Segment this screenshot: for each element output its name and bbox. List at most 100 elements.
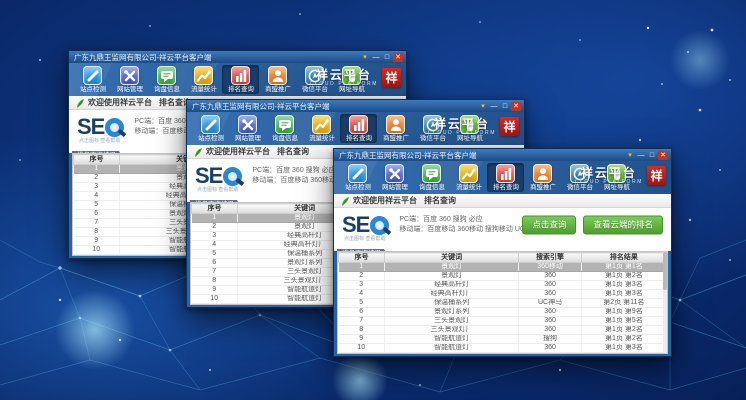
seo-hint-text: 点击图标 查看帮助 — [79, 137, 120, 144]
toolbar-item-site-check[interactable]: 站点检测 — [339, 163, 376, 192]
table-row[interactable]: 10智能航道灯360第1页 第3名 — [339, 344, 667, 353]
cell-keyword: 经典高杆灯厂 — [384, 290, 518, 299]
window-title: 广东九鼎王监网有限公司-祥云平台客户端 — [192, 101, 477, 112]
welcome-banner: 欢迎使用祥云平台 排名查询 — [334, 194, 671, 208]
toolbar-item-site-check[interactable]: 站点检测 — [74, 65, 111, 94]
table-row[interactable]: 1景观灯360移动第1页 第1名 — [339, 263, 667, 272]
welcome-text: 欢迎使用祥云平台 — [206, 146, 270, 157]
toolbar-item-site-manage[interactable]: 网站管理 — [229, 114, 266, 143]
minimize-icon[interactable]: — — [371, 53, 381, 62]
table-row[interactable]: 3经典高杆灯360第1页 第3名 — [339, 281, 667, 290]
cell-seq: 10 — [74, 246, 120, 255]
toolbar-item-inquiry[interactable]: 询盘信息 — [148, 65, 185, 94]
toolbar-item-inquiry[interactable]: 询盘信息 — [266, 114, 303, 143]
toolbar-item-inquiry[interactable]: 询盘信息 — [413, 163, 450, 192]
col-header-rank[interactable]: 排名结果 — [581, 253, 666, 263]
title-bar[interactable]: 广东九鼎王监网有限公司-祥云平台客户端 ▾ — □ ✕ — [69, 51, 406, 63]
toolbar-item-alliance[interactable]: 商盟推广 — [524, 163, 561, 192]
result-table: 序号 关键词 搜索引擎 排名结果 1景观灯360移动第1页 第1名2景观灯360… — [337, 251, 668, 354]
toolbar-item-traffic[interactable]: 流量统计 — [303, 114, 340, 143]
table-scrollbar[interactable] — [663, 252, 667, 353]
minimize-icon[interactable]: — — [489, 102, 499, 111]
cell-seq: 2 — [339, 272, 385, 281]
cell-seq: 8 — [339, 326, 385, 335]
toolbar-item-ranking[interactable]: 排名查询 — [222, 65, 259, 94]
title-bar[interactable]: 广东九鼎王监网有限公司-祥云平台客户端 ▾ — □ ✕ — [334, 149, 671, 161]
cell-rank: 第1页 第1名 — [581, 263, 666, 272]
cell-engine: 360 — [519, 344, 581, 353]
seo-logo[interactable]: SE 点击图标 查看帮助 — [342, 214, 389, 236]
seo-logo[interactable]: SE 点击图标 查看帮助 — [77, 116, 124, 138]
query-button[interactable]: 点击查询 — [522, 216, 576, 235]
cell-rank: 第1页 第3名 — [581, 344, 666, 353]
toolbar-item-site-manage[interactable]: 网站管理 — [111, 65, 148, 94]
toolbar-item-ranking[interactable]: 排名查询 — [340, 114, 377, 143]
minimize-icon[interactable]: — — [636, 151, 646, 160]
table-row[interactable]: 4经典高杆灯厂360第1页 第3名 — [339, 290, 667, 299]
cell-keyword: 智能航道灯 — [384, 344, 518, 353]
cell-seq: 8 — [74, 228, 120, 237]
toolbar-item-alliance[interactable]: 商盟推广 — [377, 114, 414, 143]
cell-seq: 10 — [192, 295, 238, 304]
skin-icon[interactable]: ▾ — [625, 151, 635, 160]
section-title: 排名查询 — [424, 195, 456, 206]
maximize-icon[interactable]: □ — [500, 102, 510, 111]
col-header-keyword[interactable]: 关键词 — [384, 253, 518, 263]
barchart-icon — [496, 164, 515, 183]
close-icon[interactable]: ✕ — [511, 102, 521, 111]
brand-name: 祥云平台 — [575, 167, 643, 179]
toolbar-item-alliance[interactable]: 商盟推广 — [259, 65, 296, 94]
skin-icon[interactable]: ▾ — [478, 102, 488, 111]
cell-keyword: 智能航道灯 — [384, 335, 518, 344]
toolbar-item-traffic[interactable]: 流量统计 — [185, 65, 222, 94]
skin-icon[interactable]: ▾ — [360, 53, 370, 62]
col-header-seq[interactable]: 序号 — [74, 155, 120, 165]
col-header-seq[interactable]: 序号 — [339, 253, 385, 263]
cell-rank: 第1页 第3名 — [581, 281, 666, 290]
brand-subtitle: CLOUD PLATFORM — [428, 130, 496, 136]
table-row[interactable]: 9智能航道灯搜狗第1页 第2名 — [339, 335, 667, 344]
cell-seq: 2 — [192, 223, 238, 232]
cell-rank: 第1页 第3名 — [581, 290, 666, 299]
toolbar-item-traffic[interactable]: 流量统计 — [450, 163, 487, 192]
table-row[interactable]: 8三头景观灯厂360第1页 第2名 — [339, 326, 667, 335]
person-icon — [386, 115, 405, 134]
col-header-seq[interactable]: 序号 — [192, 204, 238, 214]
maximize-icon[interactable]: □ — [382, 53, 392, 62]
table-row[interactable]: 6景观灯系列360第1页 第9名 — [339, 308, 667, 317]
scrollbar-thumb[interactable] — [663, 252, 667, 290]
main-toolbar: 站点检测 网站管理 询盘信息 流量统计 — [334, 161, 671, 194]
title-bar[interactable]: 广东九鼎王监网有限公司-祥云平台客户端 ▾ — □ ✕ — [187, 100, 524, 112]
cell-keyword: 三头景观灯 — [384, 317, 518, 326]
seo-logo-text: SE — [195, 165, 222, 187]
cell-rank: 第1页 第2名 — [581, 326, 666, 335]
close-icon[interactable]: ✕ — [658, 151, 668, 160]
cell-seq: 4 — [192, 241, 238, 250]
query-panel: SE 点击图标 查看帮助 PC端：百度 360 搜狗 必应 移动端：百度移动 3… — [334, 208, 671, 242]
table-row[interactable]: 2景观灯360第1页 第2名 — [339, 272, 667, 281]
cloud-rank-button[interactable]: 查看云端的排名 — [583, 216, 663, 235]
maximize-icon[interactable]: □ — [647, 151, 657, 160]
main-toolbar: 站点检测 网站管理 询盘信息 流量统计 — [69, 63, 406, 96]
seo-logo[interactable]: SE 点击图标 查看帮助 — [195, 165, 242, 187]
window-title: 广东九鼎王监网有限公司-祥云平台客户端 — [339, 150, 624, 161]
toolbar-item-site-check[interactable]: 站点检测 — [192, 114, 229, 143]
cell-keyword: 保温桶系列 — [384, 299, 518, 308]
leaf-icon — [76, 98, 85, 108]
table-header-row: 序号 关键词 搜索引擎 排名结果 — [339, 253, 667, 263]
cell-engine: 搜狗 — [519, 335, 581, 344]
seo-logo-text: SE — [77, 116, 104, 138]
toolbar-item-site-manage[interactable]: 网站管理 — [376, 163, 413, 192]
table-row[interactable]: 5保温桶系列UC神马第2页 第11名 — [339, 299, 667, 308]
toolbar-item-ranking[interactable]: 排名查询 — [487, 163, 524, 192]
table-row[interactable]: 7三头景观灯360第1页 第5名 — [339, 317, 667, 326]
person-icon — [533, 164, 552, 183]
close-icon[interactable]: ✕ — [393, 53, 403, 62]
cell-seq: 4 — [74, 192, 120, 201]
barchart-icon — [231, 66, 250, 85]
welcome-text: 欢迎使用祥云平台 — [353, 195, 417, 206]
col-header-engine[interactable]: 搜索引擎 — [519, 253, 581, 263]
cell-seq: 5 — [339, 299, 385, 308]
brand-subtitle: CLOUD PLATFORM — [310, 81, 378, 87]
cell-seq: 10 — [339, 344, 385, 353]
